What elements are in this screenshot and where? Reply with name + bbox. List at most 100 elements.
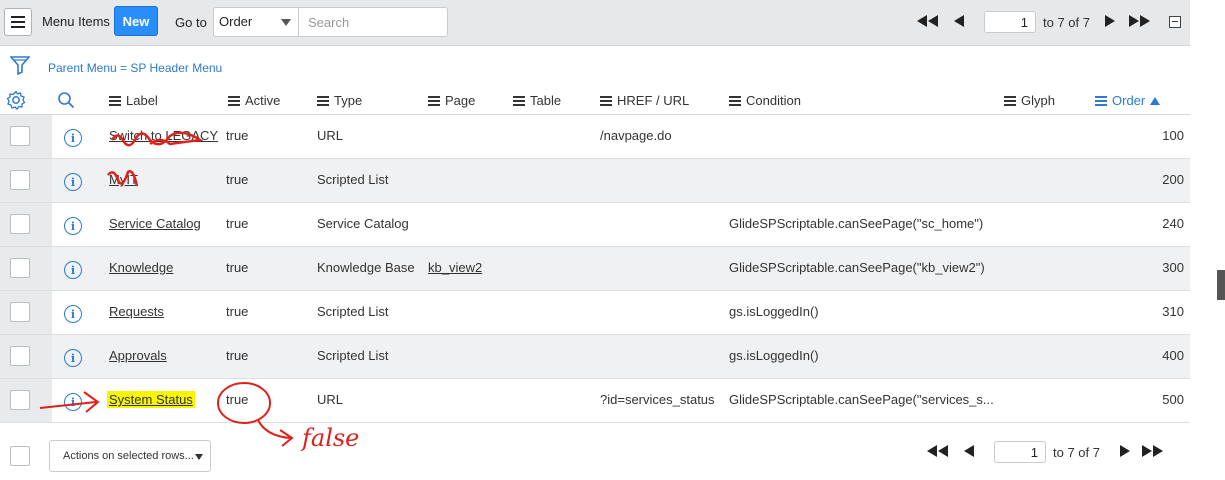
info-icon[interactable]: i xyxy=(64,129,82,147)
new-button[interactable]: New xyxy=(114,6,158,36)
cell-order: 240 xyxy=(1162,216,1184,231)
list-toolbar: Menu Items New Go to Order Search to 7 o… xyxy=(0,0,1190,46)
column-header-label[interactable]: Label xyxy=(109,93,158,108)
column-header-href[interactable]: HREF / URL xyxy=(600,93,689,108)
search-icon[interactable] xyxy=(57,91,75,109)
cell-page[interactable]: kb_view2 xyxy=(428,260,482,275)
breadcrumb[interactable]: Parent Menu = SP Header Menu xyxy=(48,61,222,75)
cell-order: 310 xyxy=(1162,304,1184,319)
cell-order: 100 xyxy=(1162,128,1184,143)
cell-label[interactable]: System Status xyxy=(107,391,195,408)
info-icon[interactable]: i xyxy=(64,393,82,411)
cell-label[interactable]: MyIT xyxy=(109,172,138,187)
bottom-pager: to 7 of 7 xyxy=(926,441,1165,463)
info-icon[interactable]: i xyxy=(64,217,82,235)
gear-icon[interactable] xyxy=(6,90,26,110)
cell-label[interactable]: Knowledge xyxy=(109,260,173,275)
prev-page-icon[interactable] xyxy=(953,14,965,30)
column-header-glyph[interactable]: Glyph xyxy=(1004,93,1055,108)
row-select-cell xyxy=(0,379,52,422)
cell-active: true xyxy=(226,392,249,407)
last-page-icon[interactable] xyxy=(1141,444,1165,460)
cell-active: true xyxy=(226,128,249,143)
cell-type: URL xyxy=(317,128,344,143)
next-page-icon[interactable] xyxy=(1119,444,1131,460)
row-select-cell xyxy=(0,115,52,158)
info-icon[interactable]: i xyxy=(64,349,82,367)
cell-label[interactable]: Service Catalog xyxy=(109,216,201,231)
column-header-active[interactable]: Active xyxy=(228,93,280,108)
column-header-condition[interactable]: Condition xyxy=(729,93,801,108)
column-header-page[interactable]: Page xyxy=(428,93,475,108)
info-icon[interactable]: i xyxy=(64,173,82,191)
cell-order: 500 xyxy=(1162,392,1184,407)
table-row: i MyIT true Scripted List 200 xyxy=(0,159,1190,203)
next-page-icon[interactable] xyxy=(1104,14,1116,30)
actions-select[interactable]: Actions on selected rows... xyxy=(49,440,211,472)
row-select-cell xyxy=(0,159,52,202)
sort-ascending-icon xyxy=(1150,96,1161,105)
list-footer: Actions on selected rows... to 7 of 7 xyxy=(0,424,1190,480)
collapse-icon[interactable] xyxy=(1169,16,1181,28)
goto-label: Go to xyxy=(175,15,207,30)
column-header-order[interactable]: Order xyxy=(1095,93,1161,108)
column-header-type[interactable]: Type xyxy=(317,93,362,108)
cell-label[interactable]: Switch to LEGACY xyxy=(109,128,218,143)
cell-active: true xyxy=(226,304,249,319)
cell-order: 300 xyxy=(1162,260,1184,275)
cell-condition: GlideSPScriptable.canSeePage("services_s… xyxy=(729,392,994,407)
search-input[interactable]: Search xyxy=(298,7,448,37)
last-page-icon[interactable] xyxy=(1128,14,1152,30)
row-checkbox[interactable] xyxy=(10,126,30,146)
filter-icon[interactable] xyxy=(9,55,31,78)
select-all-checkbox[interactable] xyxy=(10,446,30,466)
first-page-icon[interactable] xyxy=(926,444,950,460)
page-input[interactable] xyxy=(984,11,1036,33)
row-checkbox[interactable] xyxy=(10,346,30,366)
cell-label[interactable]: Approvals xyxy=(109,348,167,363)
cell-condition: GlideSPScriptable.canSeePage("sc_home") xyxy=(729,216,984,231)
cell-order: 400 xyxy=(1162,348,1184,363)
filter-bar: Parent Menu = SP Header Menu xyxy=(0,47,1190,87)
row-select-cell xyxy=(0,247,52,290)
row-checkbox[interactable] xyxy=(10,390,30,410)
cell-condition: gs.isLoggedIn() xyxy=(729,304,819,319)
cell-condition: GlideSPScriptable.canSeePage("kb_view2") xyxy=(729,260,985,275)
prev-page-icon[interactable] xyxy=(963,444,975,460)
row-checkbox[interactable] xyxy=(10,302,30,322)
cell-type: Knowledge Base xyxy=(317,260,415,275)
list-title: Menu Items xyxy=(42,14,110,29)
row-select-cell xyxy=(0,335,52,378)
goto-select-value: Order xyxy=(219,14,253,29)
cell-type: Scripted List xyxy=(317,304,389,319)
cell-condition: gs.isLoggedIn() xyxy=(729,348,819,363)
cell-label[interactable]: Requests xyxy=(109,304,164,319)
table-row: i System Status true URL ?id=services_st… xyxy=(0,379,1190,423)
actions-select-value: Actions on selected rows... xyxy=(63,450,194,462)
cell-active: true xyxy=(226,260,249,275)
cell-active: true xyxy=(226,172,249,187)
context-menu-button[interactable] xyxy=(4,8,32,36)
goto-field-select[interactable]: Order xyxy=(213,7,299,37)
table-header: Label Active Type Page Table HREF / URL … xyxy=(0,85,1190,115)
cell-type: Scripted List xyxy=(317,172,389,187)
cell-type: URL xyxy=(317,392,344,407)
table-row: i Approvals true Scripted List gs.isLogg… xyxy=(0,335,1190,379)
info-icon[interactable]: i xyxy=(64,261,82,279)
first-page-icon[interactable] xyxy=(916,14,940,30)
column-header-table[interactable]: Table xyxy=(513,93,561,108)
info-icon[interactable]: i xyxy=(64,305,82,323)
scrollbar-thumb[interactable] xyxy=(1217,270,1225,300)
cell-order: 200 xyxy=(1162,172,1184,187)
page-input[interactable] xyxy=(994,441,1046,463)
row-checkbox[interactable] xyxy=(10,170,30,190)
table-row: i Service Catalog true Service Catalog G… xyxy=(0,203,1190,247)
table-row: i Switch to LEGACY true URL /navpage.do … xyxy=(0,115,1190,159)
cell-type: Scripted List xyxy=(317,348,389,363)
row-checkbox[interactable] xyxy=(10,214,30,234)
cell-href: /navpage.do xyxy=(600,128,672,143)
row-select-cell xyxy=(0,203,52,246)
row-checkbox[interactable] xyxy=(10,258,30,278)
cell-href: ?id=services_status xyxy=(600,392,715,407)
table-row: i Knowledge true Knowledge Base kb_view2… xyxy=(0,247,1190,291)
